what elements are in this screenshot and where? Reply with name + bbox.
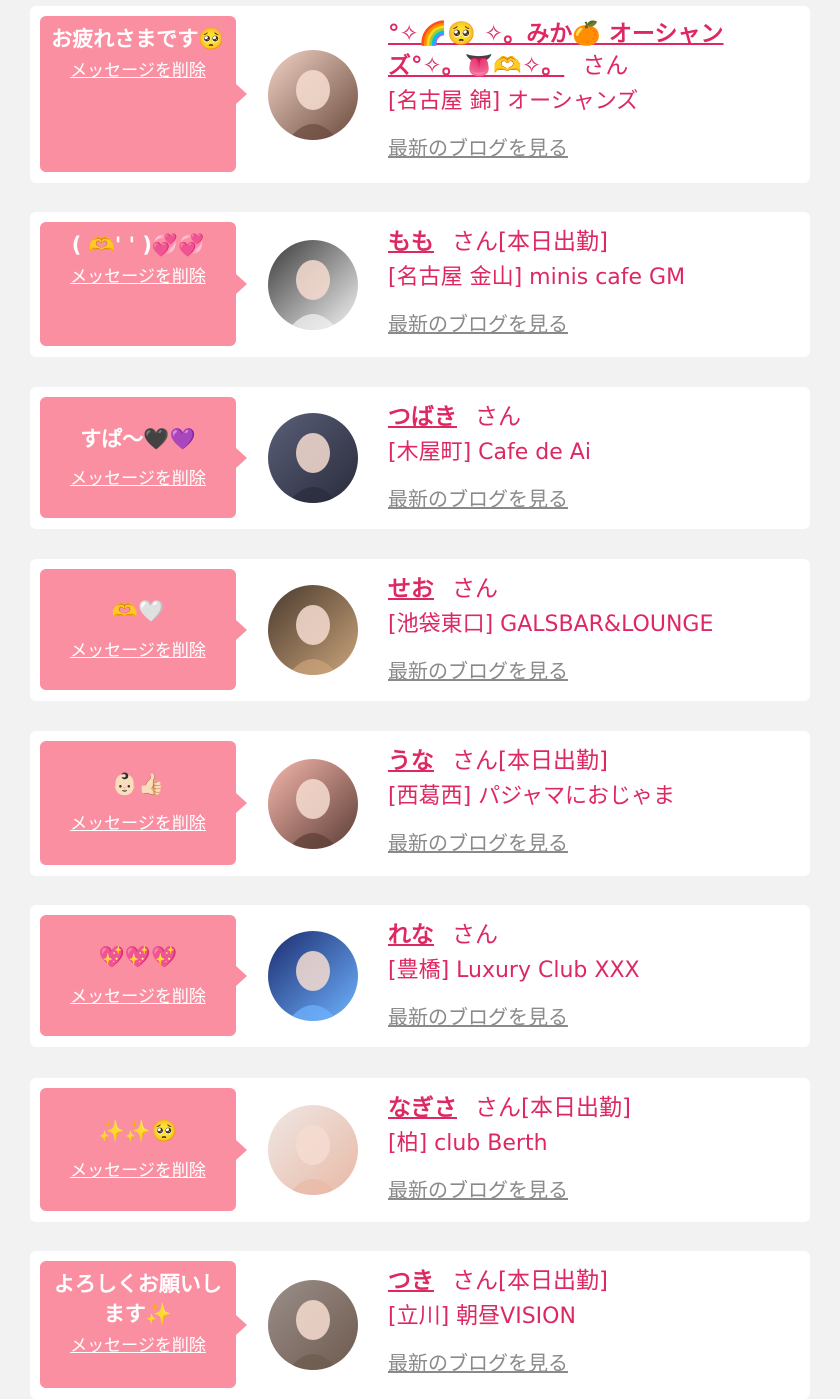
view-blog-link[interactable]: 最新のブログを見る [388, 1347, 568, 1376]
shop-name: [名古屋 錦] オーシャンズ [388, 89, 639, 114]
cast-name-link[interactable]: うな [388, 748, 434, 774]
delete-message-link[interactable]: メッセージを削除 [70, 464, 206, 489]
list-item: 🫶🤍 メッセージを削除 せお さん [池袋東口] GALSBAR&LOUNGE 最新のブロ… [30, 559, 810, 701]
cast-info: つき さん[本日出勤] [立川] 朝昼VISION 最新のブログを見る [388, 1265, 794, 1376]
avatar[interactable] [268, 50, 358, 140]
name-suffix: さん [475, 404, 521, 430]
message-bubble: 🫶🤍 メッセージを削除 [40, 569, 247, 690]
name-line: せお さん [388, 573, 794, 605]
message-bubble: 💖💖💖 メッセージを削除 [40, 915, 247, 1036]
delete-message-link[interactable]: メッセージを削除 [70, 262, 206, 287]
avatar[interactable] [268, 1105, 358, 1195]
cast-name-link[interactable]: つばき [388, 404, 457, 430]
name-suffix: さん [452, 576, 498, 602]
cast-info: °✧🌈🥺 ✧。みか🍊 オーシャンズ°✧。👅🫶✧。 さん [名古屋 錦] オーシャンズ… [388, 18, 794, 161]
avatar-photo [268, 759, 358, 849]
list-item: ( 🫶' ' )💞💞 メッセージを削除 もも さん[本日出勤] [名古屋 金山] min… [30, 212, 810, 357]
message-bubble: よろしくお願いします✨ メッセージを削除 [40, 1261, 247, 1388]
cast-info: れな さん [豊橋] Luxury Club XXX 最新のブログを見る [388, 919, 794, 1030]
shop-name: [名古屋 金山] minis cafe GM [388, 265, 686, 290]
avatar[interactable] [268, 1280, 358, 1370]
avatar[interactable] [268, 413, 358, 503]
message-text: よろしくお願いします✨ [54, 1272, 222, 1326]
cast-info: せお さん [池袋東口] GALSBAR&LOUNGE 最新のブログを見る [388, 573, 794, 684]
cast-name-link[interactable]: なぎさ [388, 1095, 457, 1121]
name-suffix: さん [452, 922, 498, 948]
cast-info: なぎさ さん[本日出勤] [柏] club Berth 最新のブログを見る [388, 1092, 794, 1203]
list-item: お疲れさまです🥺 メッセージを削除 °✧🌈🥺 ✧。みか🍊 オーシャンズ°✧。👅🫶✧。… [30, 6, 810, 183]
view-blog-link[interactable]: 最新のブログを見る [388, 827, 568, 856]
message-bubble: ( 🫶' ' )💞💞 メッセージを削除 [40, 222, 247, 346]
cast-name-link[interactable]: れな [388, 922, 434, 948]
delete-message-link[interactable]: メッセージを削除 [70, 809, 206, 834]
message-text: お疲れさまです🥺 [51, 27, 225, 51]
list-item: 💖💖💖 メッセージを削除 れな さん [豊橋] Luxury Club XXX 最新のブロ… [30, 905, 810, 1047]
view-blog-link[interactable]: 最新のブログを見る [388, 1174, 568, 1203]
avatar[interactable] [268, 240, 358, 330]
shop-name: [豊橋] Luxury Club XXX [388, 958, 640, 983]
delete-message-link[interactable]: メッセージを削除 [70, 1331, 206, 1356]
avatar-photo [268, 240, 358, 330]
view-blog-link[interactable]: 最新のブログを見る [388, 1001, 568, 1030]
name-line: つき さん[本日出勤] [388, 1265, 794, 1297]
name-suffix: さん[本日出勤] [475, 1095, 631, 1121]
view-blog-link[interactable]: 最新のブログを見る [388, 132, 568, 161]
avatar[interactable] [268, 759, 358, 849]
avatar-photo [268, 50, 358, 140]
message-text: ✨✨🥺 [98, 1118, 178, 1143]
cast-name-link[interactable]: もも [388, 229, 434, 255]
delete-message-link[interactable]: メッセージを削除 [70, 56, 206, 81]
name-line: れな さん [388, 919, 794, 951]
name-suffix: さん[本日出勤] [452, 1268, 608, 1294]
avatar[interactable] [268, 585, 358, 675]
message-text: 💖💖💖 [98, 944, 178, 969]
message-bubble: すぱ〜🖤💜 メッセージを削除 [40, 397, 247, 518]
list-item: すぱ〜🖤💜 メッセージを削除 つばき さん [木屋町] Cafe de Ai 最新のブログ… [30, 387, 810, 529]
message-bubble: ✨✨🥺 メッセージを削除 [40, 1088, 247, 1211]
avatar-photo [268, 585, 358, 675]
delete-message-link[interactable]: メッセージを削除 [70, 1156, 206, 1181]
name-line: °✧🌈🥺 ✧。みか🍊 オーシャンズ°✧。👅🫶✧。 さん [388, 18, 794, 82]
list-item: ✨✨🥺 メッセージを削除 なぎさ さん[本日出勤] [柏] club Berth 最新のブ… [30, 1078, 810, 1222]
delete-message-link[interactable]: メッセージを削除 [70, 982, 206, 1007]
cast-name-link[interactable]: せお [388, 576, 434, 602]
avatar[interactable] [268, 931, 358, 1021]
name-line: もも さん[本日出勤] [388, 226, 794, 258]
avatar-photo [268, 1280, 358, 1370]
name-line: なぎさ さん[本日出勤] [388, 1092, 794, 1124]
name-suffix: さん[本日出勤] [452, 748, 608, 774]
shop-name: [柏] club Berth [388, 1131, 548, 1156]
list-item: 👶🏻👍🏻 メッセージを削除 うな さん[本日出勤] [西葛西] パジャマにおじゃま最新の… [30, 731, 810, 876]
shop-name: [池袋東口] GALSBAR&LOUNGE [388, 612, 714, 637]
message-text: すぱ〜🖤💜 [80, 426, 196, 451]
message-bubble: お疲れさまです🥺 メッセージを削除 [40, 16, 247, 172]
cast-name-link[interactable]: °✧🌈🥺 ✧。みか🍊 オーシャンズ°✧。👅🫶✧。 [388, 21, 724, 79]
shop-name: [西葛西] パジャマにおじゃま [388, 784, 676, 809]
name-suffix: さん [582, 53, 629, 79]
avatar-photo [268, 931, 358, 1021]
cast-info: もも さん[本日出勤] [名古屋 金山] minis cafe GM 最新のブログを見… [388, 226, 794, 337]
avatar-photo [268, 1105, 358, 1195]
message-text: ( 🫶' ' )💞💞 [71, 233, 205, 257]
message-text: 🫶🤍 [111, 598, 165, 623]
delete-message-link[interactable]: メッセージを削除 [70, 636, 206, 661]
view-blog-link[interactable]: 最新のブログを見る [388, 483, 568, 512]
view-blog-link[interactable]: 最新のブログを見る [388, 655, 568, 684]
list-item: よろしくお願いします✨ メッセージを削除 つき さん[本日出勤] [立川] 朝昼VISI… [30, 1251, 810, 1399]
message-bubble: 👶🏻👍🏻 メッセージを削除 [40, 741, 247, 865]
name-line: つばき さん [388, 401, 794, 433]
shop-name: [立川] 朝昼VISION [388, 1304, 576, 1329]
cast-info: うな さん[本日出勤] [西葛西] パジャマにおじゃま最新のブログを見る [388, 745, 794, 856]
view-blog-link[interactable]: 最新のブログを見る [388, 308, 568, 337]
cast-name-link[interactable]: つき [388, 1268, 434, 1294]
avatar-photo [268, 413, 358, 503]
cast-info: つばき さん [木屋町] Cafe de Ai 最新のブログを見る [388, 401, 794, 512]
name-line: うな さん[本日出勤] [388, 745, 794, 777]
message-list: お疲れさまです🥺 メッセージを削除 °✧🌈🥺 ✧。みか🍊 オーシャンズ°✧。👅🫶✧。… [0, 0, 840, 1399]
message-text: 👶🏻👍🏻 [111, 772, 165, 796]
shop-name: [木屋町] Cafe de Ai [388, 440, 591, 465]
name-suffix: さん[本日出勤] [452, 229, 608, 255]
